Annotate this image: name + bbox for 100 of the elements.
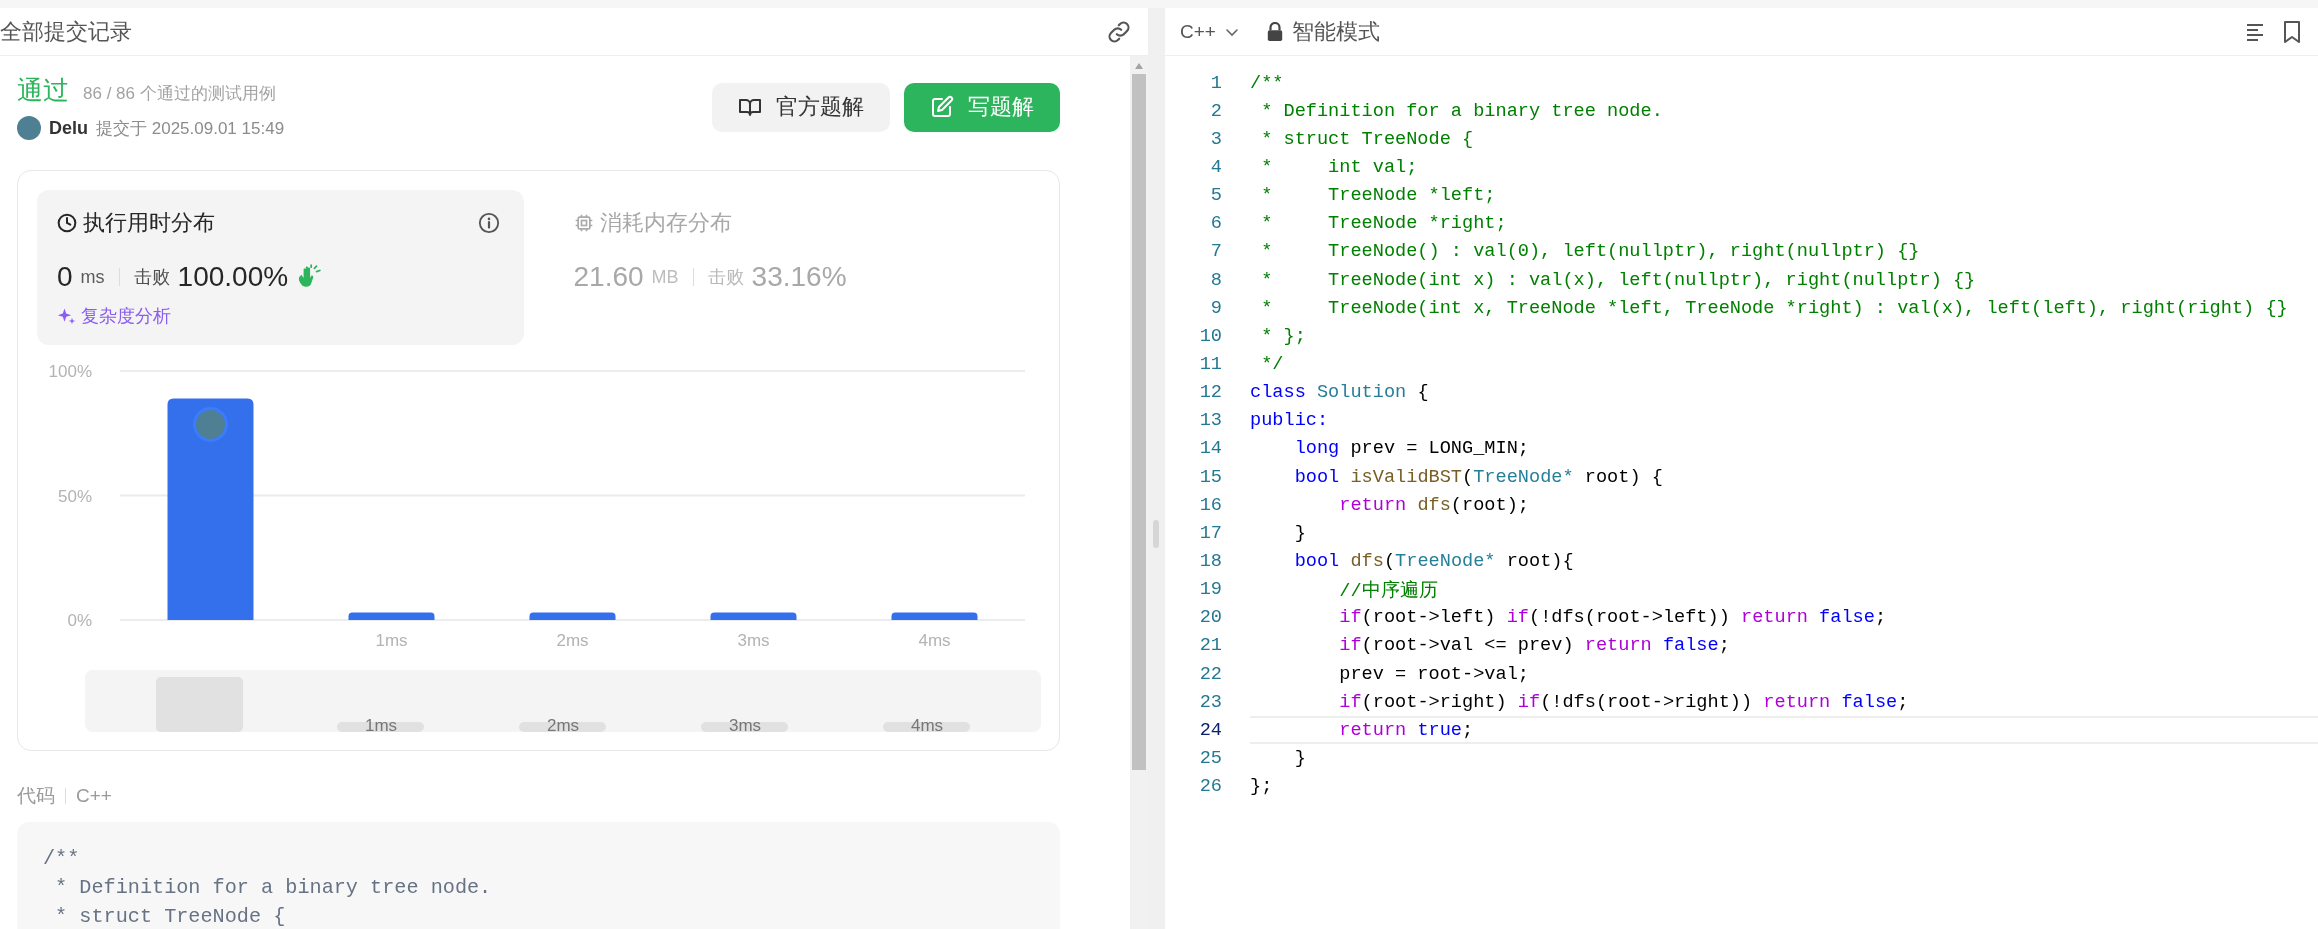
code-label: 代码 — [17, 784, 55, 808]
code-line: return true; — [1250, 716, 2318, 745]
line-number: 16 — [1198, 494, 1222, 516]
lock-icon — [1265, 21, 1284, 42]
language-dropdown[interactable]: C++ — [1180, 20, 1240, 43]
line-number: 24 — [1198, 719, 1222, 741]
line-number: 26 — [1198, 776, 1222, 798]
chart-bar[interactable] — [710, 612, 797, 620]
code-line: * struct TreeNode { — [1260, 127, 1475, 152]
bookmark-icon[interactable] — [2282, 19, 2302, 44]
x-axis-label: 2ms — [556, 631, 589, 650]
code-line: * TreeNode *left; — [1260, 184, 1497, 209]
y-axis-label: 100% — [48, 362, 92, 381]
line-number: 4 — [1209, 157, 1222, 178]
metric-value: 0 — [57, 261, 73, 293]
language-label: C++ — [76, 785, 112, 807]
code-line: * TreeNode *right; — [1260, 212, 1508, 237]
overview-label: 4ms — [910, 716, 944, 732]
code-line: * Definition for a binary tree node. — [54, 875, 493, 901]
line-number: 25 — [1198, 747, 1222, 769]
chart-bar[interactable] — [529, 612, 616, 620]
line-number: 20 — [1198, 607, 1222, 629]
resize-handle[interactable] — [1153, 520, 1159, 548]
code-line: * TreeNode() : val(0), left(nullptr), right(nullptr) {} — [1260, 240, 1921, 265]
code-line: long prev = LONG_MIN; — [1293, 437, 1530, 462]
avatar — [17, 116, 41, 140]
overview-label: 2ms — [546, 716, 580, 732]
code-line: //中序遍历 — [1338, 579, 1439, 604]
line-number: 5 — [1209, 185, 1222, 207]
code-line: class Solution { — [1250, 381, 1430, 406]
submit-time: 提交于 2025.09.01 15:49 — [96, 117, 285, 140]
code-line: public: — [1250, 409, 1330, 434]
line-number: 19 — [1198, 579, 1222, 601]
chip-icon — [573, 213, 594, 233]
y-axis-label: 50% — [57, 486, 92, 506]
line-number: 12 — [1198, 382, 1222, 404]
code-line: * }; — [1260, 324, 1307, 349]
edit-icon — [930, 95, 954, 119]
code-line: }; — [1250, 775, 1274, 800]
line-number: 11 — [1198, 353, 1222, 375]
link-icon[interactable] — [1106, 18, 1132, 45]
line-number: 18 — [1198, 550, 1222, 572]
line-number: 2 — [1209, 100, 1222, 122]
info-icon[interactable] — [477, 212, 500, 234]
solution-button[interactable]: 官方题解 — [712, 82, 890, 132]
complexity-link[interactable]: 复杂度分析 — [81, 304, 171, 328]
metric-unit: MB — [651, 266, 679, 288]
line-number: 3 — [1209, 128, 1222, 150]
metric-panel[interactable]: 执行用时分布 0 ms 击败 100.00% 复杂度分析 — [37, 190, 524, 345]
chart-bar[interactable] — [167, 398, 254, 620]
line-number: 9 — [1209, 297, 1222, 319]
line-number: 14 — [1198, 438, 1222, 460]
metric-title: 消耗内存分布 — [599, 209, 732, 237]
code-line: if(root->val <= prev) return false; — [1338, 634, 1731, 659]
line-number: 10 — [1198, 325, 1222, 347]
line-number: 22 — [1198, 663, 1222, 685]
line-number: 17 — [1198, 522, 1222, 544]
beats-percent: 100.00% — [177, 261, 289, 293]
testcase-count: 86 / 86 个通过的测试用例 — [83, 83, 276, 105]
chart-bar[interactable] — [891, 612, 978, 620]
overview-label: 1ms — [364, 716, 398, 732]
beats-label: 击败 — [133, 266, 170, 289]
code-line: * struct TreeNode { — [54, 904, 287, 929]
y-axis-label: 0% — [67, 611, 92, 630]
code-line: } — [1293, 521, 1307, 546]
line-number: 6 — [1209, 213, 1222, 235]
line-number: 1 — [1209, 72, 1222, 94]
code-line: if(root->left) if(!dfs(root->left)) return false; — [1338, 606, 1888, 631]
beats-label: 击败 — [707, 266, 744, 289]
code-line: bool isValidBST(TreeNode* root) { — [1293, 465, 1664, 490]
user-name[interactable]: Delu — [49, 117, 88, 139]
code-line: return dfs(root); — [1338, 493, 1530, 518]
status-text: 通过 — [17, 74, 69, 107]
line-number: 13 — [1198, 410, 1222, 432]
x-axis-label: 1ms — [375, 631, 408, 650]
panel-title: 全部提交记录 — [0, 17, 132, 46]
code-line: * int val; — [1260, 156, 1419, 180]
x-axis-label: 4ms — [918, 631, 951, 650]
chart-bar[interactable] — [348, 612, 435, 620]
mode-label: 智能模式 — [1291, 17, 1380, 46]
scroll-up-arrow-icon[interactable] — [1134, 62, 1144, 70]
line-number: 7 — [1209, 241, 1222, 263]
code-line: bool dfs(TreeNode* root){ — [1293, 549, 1575, 574]
code-line: /** — [43, 846, 81, 872]
line-number: 21 — [1198, 635, 1222, 657]
code-line: prev = root->val; — [1338, 662, 1530, 687]
scrollbar[interactable] — [1130, 56, 1148, 929]
clapping-hands-icon — [296, 264, 323, 290]
line-number: 23 — [1198, 691, 1222, 713]
metric-unit: ms — [80, 266, 105, 288]
code-line: * TreeNode(int x) : val(x), left(nullptr), right(nullptr) {} — [1260, 268, 1977, 293]
clock-icon — [57, 213, 77, 233]
metric-title: 执行用时分布 — [83, 209, 215, 237]
beats-percent: 33.16% — [751, 261, 847, 293]
x-axis-label: 3ms — [737, 631, 770, 650]
scrollbar-thumb[interactable] — [1132, 74, 1146, 770]
code-line: /** — [1250, 71, 1285, 96]
line-number: 8 — [1209, 269, 1222, 291]
code-line: */ — [1260, 352, 1285, 377]
code-line: * Definition for a binary tree node. — [1260, 99, 1664, 124]
